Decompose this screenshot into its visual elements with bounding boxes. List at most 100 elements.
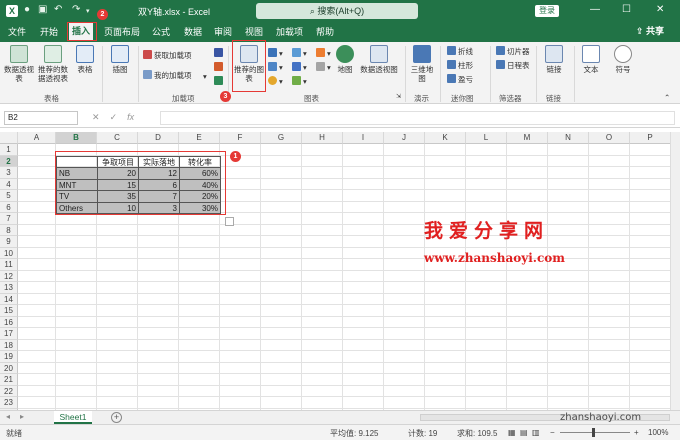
fx-icon[interactable]: fx [127,112,134,122]
add-sheet-button[interactable]: + [111,412,122,423]
charts-dialog-launcher-icon[interactable]: ⇲ [396,93,401,100]
autosave-toggle-icon[interactable]: ● [24,4,30,15]
visio-icon[interactable] [214,48,225,58]
sparkline-winloss-button[interactable]: 盈亏 [447,74,473,85]
cancel-icon[interactable]: ✕ [92,112,100,122]
table-button[interactable]: 表格 [74,45,96,74]
search-box[interactable]: ⌕ 搜索(Alt+Q) [256,3,418,19]
bing-maps-icon[interactable] [214,62,225,72]
vertical-scrollbar[interactable] [670,132,680,410]
column-header-m[interactable]: M [507,132,548,144]
quick-analysis-icon[interactable] [225,217,234,226]
close-button[interactable]: ✕ [656,4,664,15]
row-header-5[interactable]: 5 [0,190,18,202]
row-header-6[interactable]: 6 [0,201,18,213]
row-header-4[interactable]: 4 [0,178,18,190]
column-header-o[interactable]: O [589,132,630,144]
combo-chart-icon[interactable]: ▾ [316,62,331,72]
column-header-l[interactable]: L [466,132,507,144]
column-chart-icon[interactable]: ▾ [268,48,283,58]
column-header-h[interactable]: H [302,132,343,144]
minimize-button[interactable]: — [590,4,600,15]
redo-icon[interactable]: ↷ [72,4,80,15]
column-header-g[interactable]: G [261,132,302,144]
column-header-a[interactable]: A [18,132,56,144]
enter-icon[interactable]: ✓ [110,112,118,122]
row-header-16[interactable]: 16 [0,316,18,328]
my-addins-dropdown-icon[interactable]: ▾ [203,72,207,81]
row-header-17[interactable]: 17 [0,328,18,340]
zoom-in-icon[interactable]: + [634,428,639,437]
zoom-level[interactable]: 100% [648,428,668,437]
save-icon[interactable]: ▣ [38,4,47,15]
scatter-chart-icon[interactable]: ▾ [292,76,307,86]
tab-addins[interactable]: 加载项 [276,25,303,38]
column-header-e[interactable]: E [179,132,220,144]
tab-review[interactable]: 审阅 [214,25,232,38]
row-header-13[interactable]: 13 [0,282,18,294]
my-addins-button[interactable]: 我的加载项 [143,70,192,81]
sparkline-line-button[interactable]: 折线 [447,46,473,57]
pivot-chart-button[interactable]: 数据透视图 [358,45,400,74]
column-header-n[interactable]: N [548,132,589,144]
column-header-i[interactable]: I [343,132,384,144]
column-header-d[interactable]: D [138,132,179,144]
maximize-button[interactable]: ☐ [622,4,631,15]
pie-chart-icon[interactable]: ▾ [268,76,283,86]
row-header-14[interactable]: 14 [0,293,18,305]
recommended-pivot-button[interactable]: 推荐的数据透视表 [36,45,70,83]
page-layout-view-icon[interactable]: ▤ [520,428,528,437]
row-header-1[interactable]: 1 [0,144,18,156]
statistic-chart-icon[interactable]: ▾ [292,62,307,72]
maps-button[interactable]: 地图 [334,45,356,74]
row-header-18[interactable]: 18 [0,339,18,351]
link-button[interactable]: 链接 [541,45,567,74]
zoom-slider[interactable] [560,432,630,433]
row-header-22[interactable]: 22 [0,385,18,397]
login-button[interactable]: 登录 [535,5,559,17]
tab-data[interactable]: 数据 [184,25,202,38]
symbols-button[interactable]: 符号 [610,45,636,74]
row-header-12[interactable]: 12 [0,270,18,282]
row-header-15[interactable]: 15 [0,305,18,317]
page-break-view-icon[interactable]: ▥ [532,428,540,437]
zoom-out-icon[interactable]: − [550,428,555,437]
row-header-19[interactable]: 19 [0,351,18,363]
name-box[interactable]: B2 [4,111,78,125]
row-header-2[interactable]: 2 [0,155,18,167]
slicer-button[interactable]: 切片器 [496,46,530,57]
text-button[interactable]: 文本 [578,45,604,74]
sheet-scroll-left-icon[interactable]: ◂ [6,412,10,421]
line-chart-icon[interactable]: ▾ [268,62,283,72]
column-header-f[interactable]: F [220,132,261,144]
row-header-3[interactable]: 3 [0,167,18,179]
tab-help[interactable]: 帮助 [316,25,334,38]
hierarchy-chart-icon[interactable]: ▾ [292,48,307,58]
pivot-table-button[interactable]: 数据透视表 [4,45,34,83]
collapse-ribbon-icon[interactable]: ⌃ [664,93,670,102]
column-header-p[interactable]: P [630,132,671,144]
waterfall-chart-icon[interactable]: ▾ [316,48,331,58]
sheet-tab-sheet1[interactable]: Sheet1 [54,411,92,424]
tab-home[interactable]: 开始 [40,25,58,38]
row-header-8[interactable]: 8 [0,224,18,236]
qat-customize-icon[interactable]: ▾ [86,7,90,15]
tab-page-layout[interactable]: 页面布局 [104,25,140,38]
row-header-10[interactable]: 10 [0,247,18,259]
sheet-scroll-right-icon[interactable]: ▸ [20,412,24,421]
normal-view-icon[interactable]: ▦ [508,428,516,437]
people-graph-icon[interactable] [214,76,225,86]
column-header-b[interactable]: B [56,132,97,144]
formula-input[interactable] [160,111,675,125]
undo-icon[interactable]: ↶ [54,4,62,15]
select-all-corner[interactable] [0,132,18,144]
3d-map-button[interactable]: 三维地图 [408,45,436,83]
illustrations-button[interactable]: 插图 [106,45,134,74]
share-button[interactable]: ⇪ 共享 [636,24,664,37]
get-addins-button[interactable]: 获取加载项 [143,50,192,61]
row-header-11[interactable]: 11 [0,259,18,271]
column-header-j[interactable]: J [384,132,425,144]
sparkline-column-button[interactable]: 柱形 [447,60,473,71]
tab-file[interactable]: 文件 [8,25,26,38]
column-header-c[interactable]: C [97,132,138,144]
